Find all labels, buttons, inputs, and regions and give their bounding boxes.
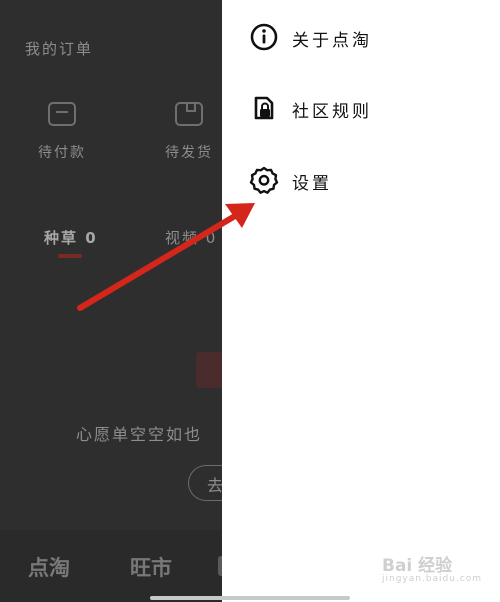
watermark-subtext: jingyan.baidu.com	[382, 574, 483, 584]
menu-item-community-rules-label: 社区规则	[292, 102, 372, 122]
package-icon[interactable]	[175, 102, 203, 126]
menu-item-settings-label: 设置	[292, 174, 332, 194]
order-pending-payment-label[interactable]: 待付款	[38, 142, 86, 162]
side-menu-panel: 关于点淘 社区规则 设置	[222, 0, 500, 602]
tab-active-indicator	[58, 254, 82, 258]
watermark-text: Bai 经验	[382, 556, 453, 576]
menu-item-about[interactable]: 关于点淘	[249, 22, 479, 62]
wallet-icon[interactable]	[48, 102, 76, 126]
info-icon	[250, 23, 278, 51]
dimmed-background[interactable]	[0, 0, 222, 602]
baidu-jingyan-watermark: Bai 经验 jingyan.baidu.com	[382, 551, 482, 584]
empty-illustration	[196, 352, 222, 388]
menu-item-settings[interactable]: 设置	[249, 165, 479, 205]
order-pending-shipment-label[interactable]: 待发货	[165, 142, 213, 162]
empty-state-text: 心愿单空空如也	[76, 425, 203, 444]
home-indicator[interactable]	[150, 596, 350, 600]
gear-icon	[249, 166, 279, 194]
menu-item-community-rules[interactable]: 社区规则	[249, 93, 479, 133]
nav-item-diantao[interactable]: 点淘	[28, 552, 70, 582]
menu-item-about-label: 关于点淘	[292, 31, 372, 51]
nav-item-wangshi[interactable]: 旺市	[130, 552, 172, 582]
tab-zhongcao[interactable]: 种草 0	[44, 227, 98, 248]
orders-title: 我的订单	[25, 40, 94, 58]
lock-doc-icon	[254, 96, 274, 120]
tab-video[interactable]: 视频 0	[165, 227, 217, 248]
